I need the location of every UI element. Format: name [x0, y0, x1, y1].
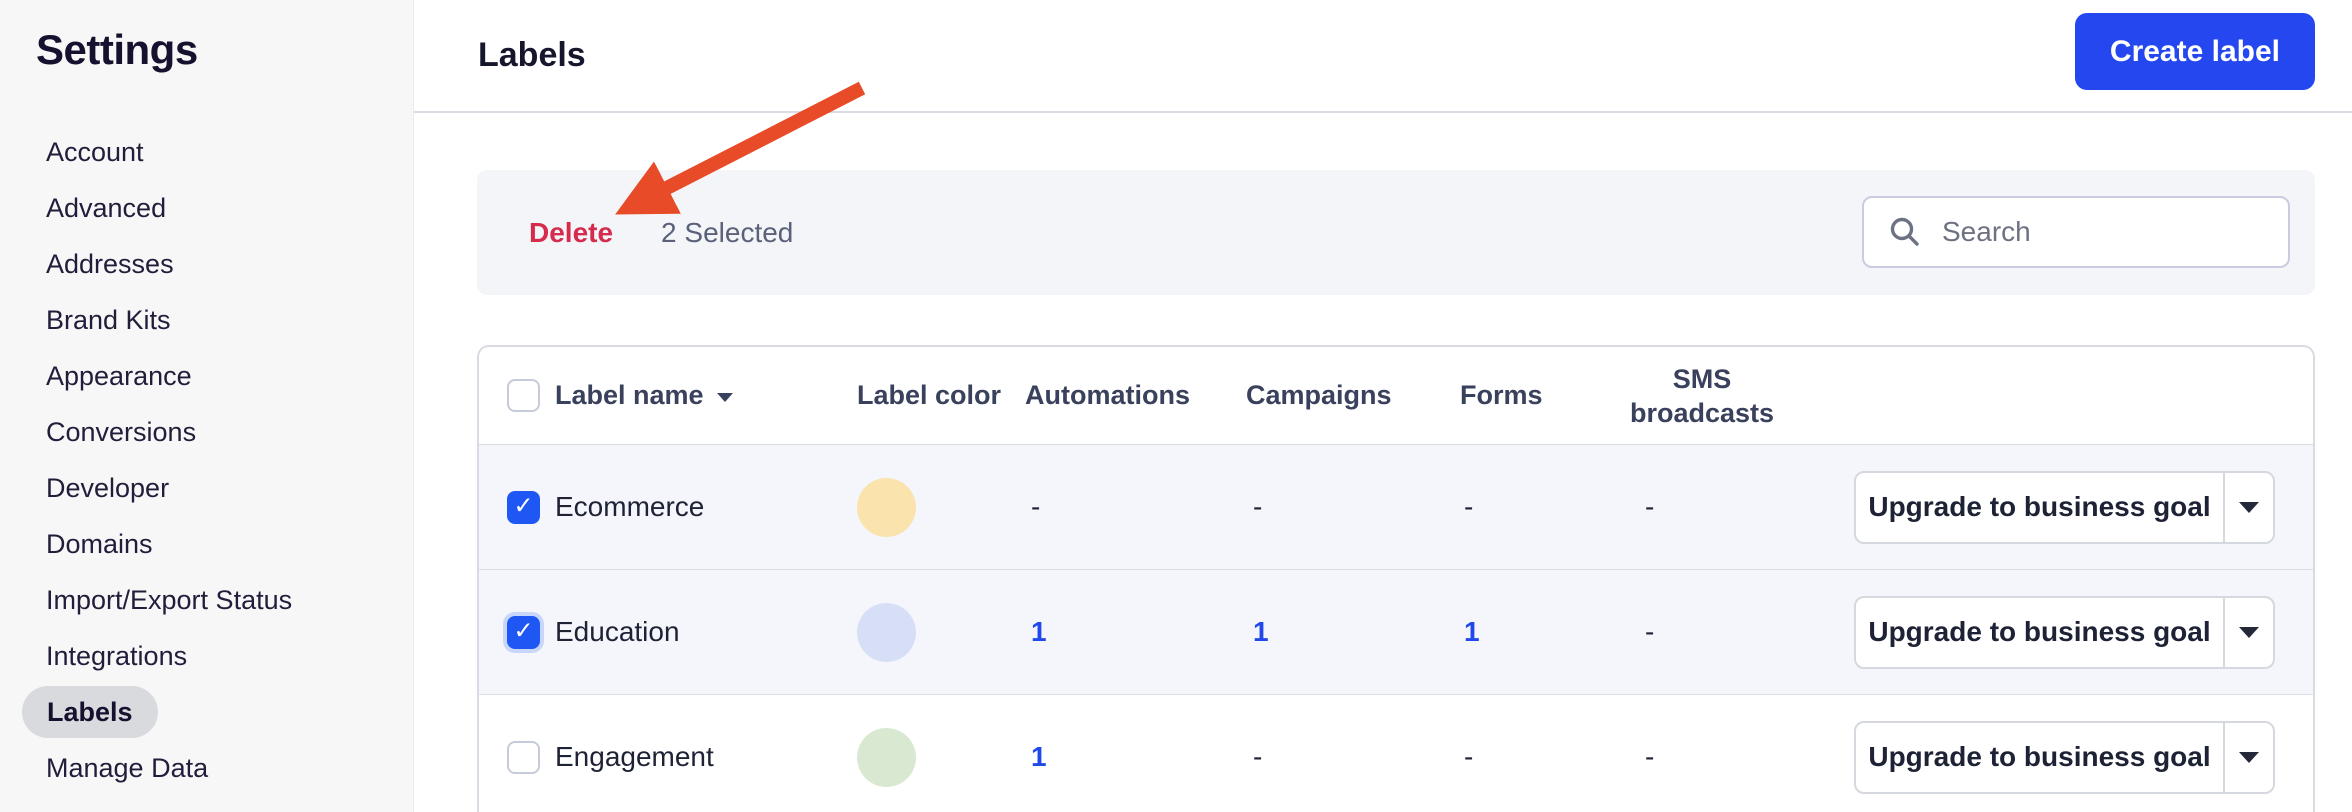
dropdown-caret-icon [2239, 626, 2259, 638]
label-color-dot [857, 727, 916, 787]
upgrade-to-business-goal-button[interactable]: Upgrade to business goal [1856, 722, 2225, 792]
upgrade-dropdown-toggle[interactable] [2225, 473, 2273, 542]
upgrade-to-business-goal-button[interactable]: Upgrade to business goal [1856, 472, 2225, 542]
sms-broadcasts-count: - [1645, 616, 1655, 647]
dropdown-caret-icon [2239, 501, 2259, 513]
settings-sidebar: Settings Account Advanced Addresses Bran… [0, 0, 414, 812]
label-name: Ecommerce [555, 491, 705, 522]
sidebar-item-account[interactable]: Account [0, 124, 413, 180]
sidebar-item-import-export[interactable]: Import/Export Status [0, 572, 413, 628]
upgrade-dropdown-toggle[interactable] [2225, 723, 2273, 792]
label-name: Education [555, 616, 680, 647]
automations-count[interactable]: 1 [1031, 741, 1047, 772]
sidebar-item-appearance[interactable]: Appearance [0, 348, 413, 404]
selected-count: 2 Selected [661, 216, 794, 248]
campaigns-count: - [1253, 741, 1263, 772]
page-header: Labels Create label [414, 0, 2352, 113]
sidebar-item-manage-data[interactable]: Manage Data [0, 740, 413, 796]
upgrade-to-business-goal-button[interactable]: Upgrade to business goal [1856, 597, 2225, 667]
row-checkbox[interactable] [507, 615, 540, 649]
upgrade-split-button: Upgrade to business goal [1854, 470, 2275, 544]
sidebar-item-brand-kits[interactable]: Brand Kits [0, 292, 413, 348]
upgrade-split-button: Upgrade to business goal [1854, 595, 2275, 669]
sidebar-item-conversions[interactable]: Conversions [0, 404, 413, 460]
row-checkbox[interactable] [507, 490, 540, 524]
upgrade-dropdown-toggle[interactable] [2225, 598, 2273, 667]
bulk-action-toolbar: Delete 2 Selected [477, 170, 2315, 295]
label-name: Engagement [555, 741, 714, 772]
forms-count: - [1464, 741, 1474, 772]
forms-count[interactable]: 1 [1464, 616, 1480, 647]
campaigns-count[interactable]: 1 [1253, 616, 1269, 647]
labels-main-panel: Labels Create label Delete 2 Selected Se… [414, 0, 2352, 812]
labels-table: Label name Label color Automations Campa… [477, 345, 2315, 812]
page-title: Labels [478, 36, 586, 74]
settings-labels-screen: Settings Account Advanced Addresses Bran… [0, 0, 2352, 812]
table-row-ecommerce: Ecommerce - - - - Upgrade to business go… [479, 445, 2313, 570]
header-cell-campaigns: Campaigns [1246, 380, 1392, 410]
table-row-education: Education 1 1 1 - Upgrade to business go… [479, 570, 2313, 695]
table-row-engagement: Engagement 1 - - - Upgrade to business g… [479, 695, 2313, 812]
table-header-row: Label name Label color Automations Campa… [479, 347, 2313, 445]
sidebar-item-labels[interactable]: Labels [0, 684, 413, 740]
sidebar-item-addresses[interactable]: Addresses [0, 236, 413, 292]
sidebar-item-domains[interactable]: Domains [0, 516, 413, 572]
header-cell-checkbox [479, 379, 555, 412]
automations-count: - [1031, 491, 1041, 522]
header-cell-automations: Automations [1025, 380, 1190, 410]
header-cell-forms: Forms [1460, 380, 1543, 410]
sidebar-item-integrations[interactable]: Integrations [0, 628, 413, 684]
sms-broadcasts-count: - [1645, 491, 1655, 522]
sort-caret-icon [716, 393, 733, 402]
select-all-checkbox[interactable] [507, 379, 540, 412]
search-box [1862, 196, 2290, 268]
campaigns-count: - [1253, 491, 1263, 522]
create-label-button[interactable]: Create label [2074, 13, 2315, 90]
sidebar-item-advanced[interactable]: Advanced [0, 180, 413, 236]
delete-button[interactable]: Delete [529, 217, 613, 249]
sms-broadcasts-count: - [1645, 741, 1655, 772]
forms-count: - [1464, 491, 1474, 522]
upgrade-split-button: Upgrade to business goal [1854, 720, 2275, 794]
search-icon [1890, 217, 1919, 246]
row-checkbox[interactable] [507, 740, 540, 774]
sidebar-title: Settings [36, 26, 198, 73]
label-color-dot [857, 477, 916, 537]
label-color-dot [857, 602, 916, 662]
header-cell-sms-broadcasts: SMS broadcasts [1629, 363, 1775, 428]
header-cell-label-name[interactable]: Label name [555, 380, 855, 411]
sidebar-item-developer[interactable]: Developer [0, 460, 413, 516]
settings-nav: Account Advanced Addresses Brand Kits Ap… [0, 124, 413, 796]
automations-count[interactable]: 1 [1031, 616, 1047, 647]
dropdown-caret-icon [2239, 751, 2259, 763]
header-cell-label-color: Label color [857, 380, 1002, 410]
search-input[interactable] [1942, 216, 2262, 248]
